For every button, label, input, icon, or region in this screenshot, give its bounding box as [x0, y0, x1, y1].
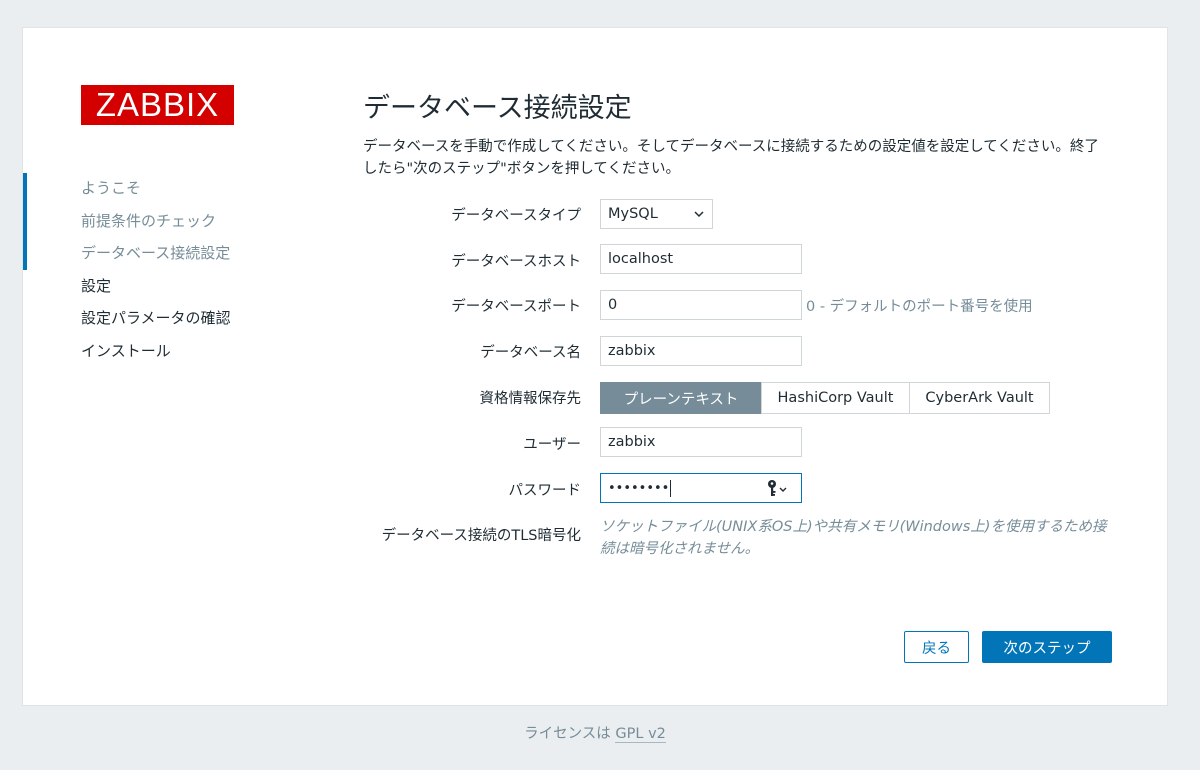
credential-option-hashicorp[interactable]: HashiCorp Vault: [761, 382, 910, 414]
back-button[interactable]: 戻る: [904, 631, 969, 663]
tls-note: ソケットファイル(UNIX系OS上)や共有メモリ(Windows上)を使用するた…: [600, 519, 1107, 557]
credential-option-plaintext[interactable]: プレーンテキスト: [600, 382, 762, 414]
user-label: ユーザー: [523, 437, 581, 453]
footer: ライセンスは GPL v2: [0, 722, 1190, 743]
password-key-icon[interactable]: [765, 479, 791, 497]
db-port-hint: 0 - デフォルトのポート番号を使用: [806, 299, 1033, 315]
password-masked-value: ••••••••: [608, 480, 670, 496]
credential-store-label: 資格情報保存先: [479, 391, 582, 407]
db-port-input[interactable]: 0: [600, 290, 802, 320]
step-install: インストール: [81, 341, 171, 360]
db-type-label: データベースタイプ: [451, 208, 581, 224]
credential-store-toggle: プレーンテキスト HashiCorp Vault CyberArk Vault: [600, 382, 1050, 414]
step-settings: 設定: [81, 276, 112, 295]
current-step-marker: [23, 173, 27, 270]
chevron-down-icon: [694, 211, 704, 218]
step-prerequisites: 前提条件のチェック: [81, 211, 217, 230]
tls-label: データベース接続のTLS暗号化: [381, 528, 581, 544]
setup-card: ZABBIX ようこそ 前提条件のチェック データベース接続設定 設定 設定パラ…: [22, 27, 1168, 706]
db-type-value: MySQL: [608, 206, 658, 222]
db-name-label: データベース名: [480, 345, 581, 361]
db-host-label: データベースホスト: [451, 254, 581, 270]
step-db-connection: データベース接続設定: [81, 244, 231, 262]
user-input[interactable]: zabbix: [600, 427, 802, 457]
password-input[interactable]: ••••••••: [600, 473, 802, 503]
page-description: データベースを手動で作成してください。そしてデータベースに接続するための設定値を…: [363, 139, 1099, 177]
db-name-input[interactable]: zabbix: [600, 336, 802, 366]
text-caret: [670, 479, 672, 497]
zabbix-logo: ZABBIX: [81, 85, 234, 125]
db-port-label: データベースポート: [451, 299, 581, 315]
license-link[interactable]: GPL v2: [615, 726, 666, 743]
db-type-select[interactable]: MySQL: [600, 199, 713, 229]
license-text: ライセンスは: [524, 726, 611, 742]
page-title: データベース接続設定: [363, 93, 632, 124]
step-summary: 設定パラメータの確認: [81, 309, 231, 327]
password-label: パスワード: [508, 483, 582, 499]
step-welcome: ようこそ: [81, 179, 142, 197]
db-host-input[interactable]: localhost: [600, 244, 802, 274]
credential-option-cyberark[interactable]: CyberArk Vault: [909, 382, 1050, 414]
setup-steps: ようこそ 前提条件のチェック データベース接続設定 設定 設定パラメータの確認 …: [81, 176, 231, 371]
next-step-button[interactable]: 次のステップ: [982, 631, 1112, 663]
